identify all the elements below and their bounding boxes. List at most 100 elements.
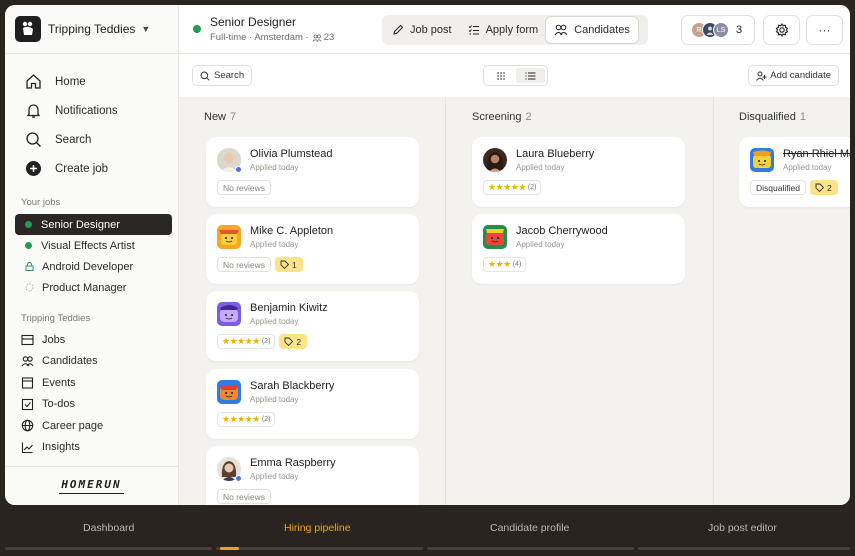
home-icon: [26, 74, 41, 89]
candidate-applied: Applied today: [250, 240, 299, 249]
main-nav: Home Notifications Search Create job: [5, 54, 178, 183]
column-header: Screening 2: [472, 111, 532, 123]
tab-job-post[interactable]: Job post: [384, 17, 460, 43]
candidate-name: Ryan Rhiel Ma: [783, 148, 850, 160]
briefcase-icon: [21, 335, 34, 346]
pipeline-board: New 7 Olivia Plumstead Applied today No r…: [179, 97, 850, 505]
menu-todos[interactable]: To-dos: [5, 394, 178, 416]
nav-home[interactable]: Home: [5, 67, 178, 96]
tag-badge: 2: [279, 334, 308, 349]
candidate-card[interactable]: Jacob Cherrywood Applied today ★★★ (4): [472, 214, 685, 284]
candidate-card[interactable]: Ryan Rhiel Ma Applied today Disqualified…: [739, 137, 850, 207]
avatar: [750, 148, 774, 172]
candidate-name: Mike C. Appleton: [250, 225, 334, 237]
layout-toggle: [483, 65, 548, 86]
online-indicator: [235, 166, 242, 173]
tab-candidate-profile[interactable]: Candidate profile: [490, 522, 569, 534]
grid-view-button[interactable]: [486, 68, 516, 83]
rating-stars: ★★★★★ (2): [217, 334, 276, 349]
workspace-switcher[interactable]: Tripping Teddies ▼: [5, 5, 178, 54]
app-window: Tripping Teddies ▼ Home Notifications Se…: [5, 5, 850, 505]
menu-events[interactable]: Events: [5, 372, 178, 394]
candidate-card[interactable]: Sarah Blackberry Applied today ★★★★★ (2): [206, 369, 419, 439]
tab-candidates[interactable]: Candidates: [546, 17, 638, 43]
menu-label: Insights: [42, 441, 80, 454]
nav-notifications[interactable]: Notifications: [5, 96, 178, 125]
column-header: New 7: [204, 111, 237, 123]
candidate-applied: Applied today: [250, 163, 299, 172]
add-person-icon: [756, 71, 767, 81]
job-status-dot: [193, 25, 201, 33]
search-icon: [26, 132, 41, 147]
column-new: New 7 Olivia Plumstead Applied today No r…: [179, 97, 446, 505]
tab-hiring-pipeline[interactable]: Hiring pipeline: [284, 522, 351, 534]
checklist-icon: [468, 25, 479, 35]
job-item-senior-designer[interactable]: Senior Designer: [15, 214, 172, 235]
tab-apply-form[interactable]: Apply form: [460, 17, 547, 43]
job-title: Senior Designer: [210, 15, 297, 29]
job-header: Senior Designer Full-time · Amsterdam · …: [193, 15, 334, 43]
review-status: No reviews: [217, 180, 272, 195]
grid-icon: [496, 71, 505, 80]
sidebar: Tripping Teddies ▼ Home Notifications Se…: [5, 5, 179, 505]
tag-icon: [280, 260, 290, 269]
menu-career-page[interactable]: Career page: [5, 415, 178, 437]
job-topbar: Senior Designer Full-time · Amsterdam · …: [179, 5, 850, 54]
nav-search[interactable]: Search: [5, 125, 178, 154]
list-view-button[interactable]: [515, 68, 545, 83]
candidate-card[interactable]: Laura Blueberry Applied today ★★★★★ (2): [472, 137, 685, 207]
candidate-card[interactable]: Benjamin Kiwitz Applied today ★★★★★ (2) 2: [206, 291, 419, 361]
menu-label: Career page: [42, 419, 104, 432]
team-count: 3: [736, 24, 743, 36]
job-item-visual-effects-artist[interactable]: Visual Effects Artist: [15, 235, 172, 256]
more-options-button[interactable]: ···: [806, 15, 843, 45]
list-icon: [525, 71, 536, 80]
job-item-product-manager[interactable]: Product Manager: [15, 277, 172, 298]
avatar: [483, 148, 507, 172]
tab-job-post-editor[interactable]: Job post editor: [708, 522, 777, 534]
column-screening: Screening 2 Laura Blueberry Applied today…: [447, 97, 714, 505]
menu-jobs[interactable]: Jobs: [5, 329, 178, 351]
nav-create-job[interactable]: Create job: [5, 154, 178, 183]
candidate-card[interactable]: Emma Raspberry Applied today No reviews: [206, 446, 419, 505]
more-icon: ···: [818, 23, 831, 37]
rating-stars: ★★★★★ (2): [217, 412, 276, 427]
people-icon: [554, 24, 568, 36]
job-item-android-developer[interactable]: Android Developer: [15, 256, 172, 277]
menu-label: Events: [42, 376, 76, 389]
view-switcher: Job post Apply form Candidates: [382, 15, 648, 45]
search-button[interactable]: Search: [192, 65, 253, 86]
lock-icon: [25, 262, 34, 271]
team-members-button[interactable]: R LS 3: [681, 15, 755, 45]
candidate-card[interactable]: Mike C. Appleton Applied today No review…: [206, 214, 419, 284]
nav-search-label: Search: [55, 133, 92, 146]
candidate-name: Emma Raspberry: [250, 457, 336, 469]
main-area: Senior Designer Full-time · Amsterdam · …: [179, 5, 850, 505]
menu-insights[interactable]: Insights: [5, 437, 178, 459]
candidate-applied: Applied today: [250, 472, 299, 481]
tab-progress-active: [220, 547, 239, 550]
menu-candidates[interactable]: Candidates: [5, 351, 178, 373]
candidate-card[interactable]: Olivia Plumstead Applied today No review…: [206, 137, 419, 207]
tag-icon: [815, 183, 824, 192]
column-disqualified: Disqualified 1 Ryan Rhiel Ma Applied toda…: [714, 97, 850, 505]
homerun-logo: HOMERUN: [5, 466, 178, 505]
board-toolbar: Search Add candidate: [179, 54, 850, 97]
candidate-applied: Applied today: [250, 317, 299, 326]
tab-dashboard[interactable]: Dashboard: [83, 522, 134, 534]
job-item-label: Product Manager: [42, 281, 127, 294]
job-item-label: Senior Designer: [41, 218, 120, 231]
rating-stars: ★★★ (4): [483, 257, 527, 272]
nav-create-job-label: Create job: [55, 162, 109, 175]
settings-button[interactable]: [763, 15, 800, 45]
draft-circle-icon: [25, 283, 34, 292]
rating-stars: ★★★★★ (2): [483, 180, 542, 195]
gear-icon: [775, 23, 788, 37]
candidate-name: Olivia Plumstead: [250, 148, 333, 160]
avatar: [483, 225, 507, 249]
avatar: LS: [713, 22, 729, 38]
candidate-name: Benjamin Kiwitz: [250, 302, 328, 314]
add-candidate-button[interactable]: Add candidate: [748, 65, 839, 86]
tab-progress-bar: [427, 547, 634, 550]
avatar: [217, 380, 241, 404]
